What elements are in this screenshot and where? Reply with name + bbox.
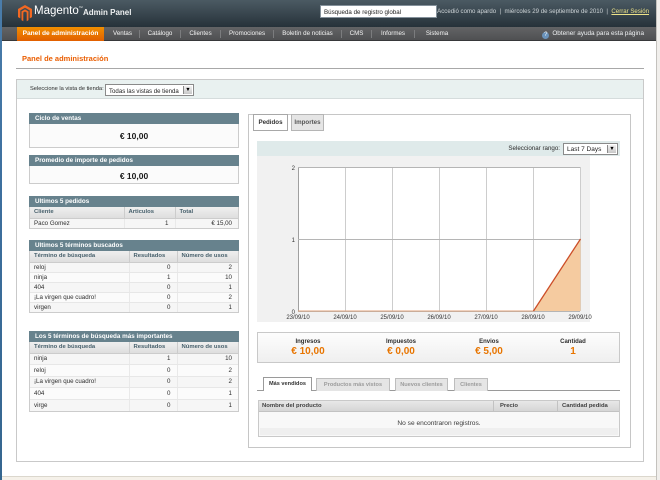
svg-text:25/09/10: 25/09/10	[380, 315, 404, 321]
svg-text:28/09/10: 28/09/10	[521, 315, 545, 321]
svg-text:27/09/10: 27/09/10	[474, 315, 498, 321]
svg-text:26/09/10: 26/09/10	[427, 315, 451, 321]
svg-text:23/09/10: 23/09/10	[286, 315, 310, 321]
svg-text:29/09/10: 29/09/10	[568, 315, 592, 321]
svg-text:24/09/10: 24/09/10	[333, 315, 357, 321]
